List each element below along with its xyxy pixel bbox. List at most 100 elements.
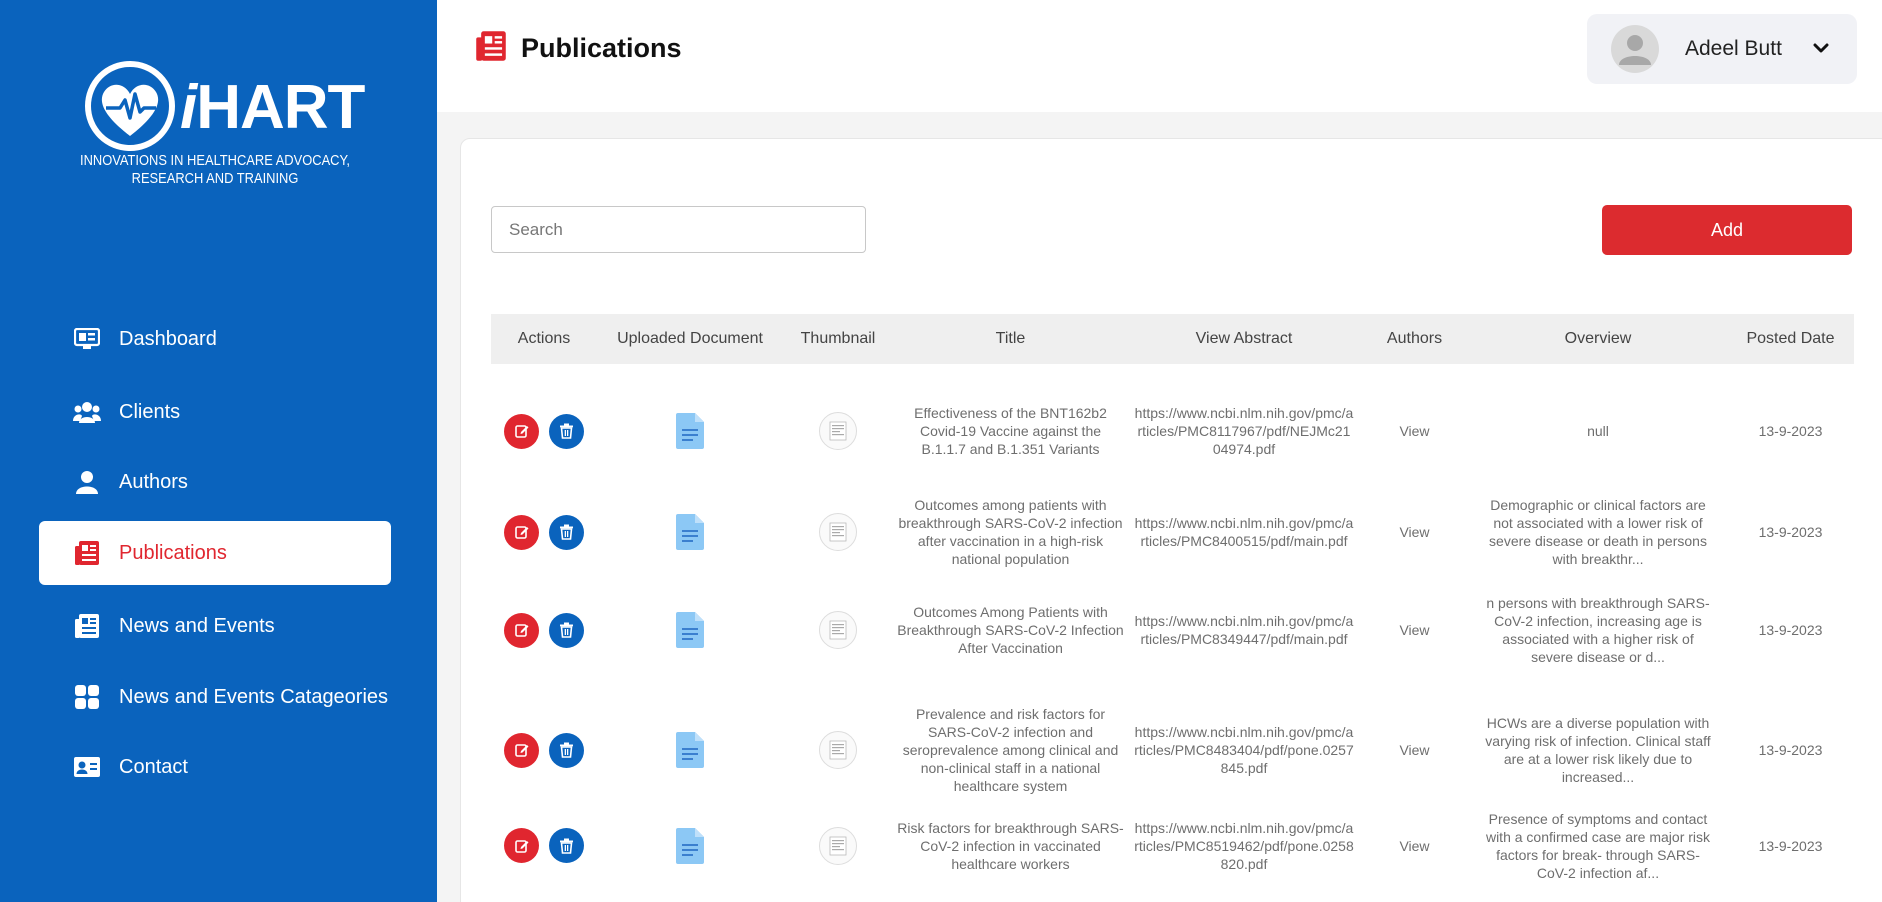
thumbnail-image <box>819 731 857 769</box>
overview-text: Demographic or clinical factors are not … <box>1489 497 1707 567</box>
uploaded-document-cell[interactable] <box>597 685 783 815</box>
edit-button[interactable] <box>504 828 539 863</box>
abstract-cell: https://www.ncbi.nlm.nih.gov/pmc/article… <box>1128 482 1360 582</box>
actions-cell <box>491 685 597 815</box>
search-input[interactable] <box>491 206 866 253</box>
document-icon[interactable] <box>676 732 704 768</box>
table-row: Outcomes among patients with breakthroug… <box>491 482 1854 582</box>
overview-cell: n persons with breakthrough SARS-CoV-2 i… <box>1469 585 1727 675</box>
edit-button[interactable] <box>504 612 539 648</box>
brand-name: iHART <box>180 73 365 142</box>
uploaded-document-cell[interactable] <box>597 386 783 476</box>
abstract-link[interactable]: https://www.ncbi.nlm.nih.gov/pmc/article… <box>1134 612 1354 648</box>
thumbnail-cell <box>783 482 893 582</box>
user-menu[interactable]: Adeel Butt <box>1587 14 1857 84</box>
abstract-cell: https://www.ncbi.nlm.nih.gov/pmc/article… <box>1128 585 1360 675</box>
document-icon[interactable] <box>676 514 704 550</box>
thumbnail-image <box>819 412 857 450</box>
news-icon <box>73 612 101 640</box>
authors-cell: View <box>1360 386 1469 476</box>
title-cell: Outcomes Among Patients with Breakthroug… <box>893 585 1128 675</box>
column-header-view-abstract: View Abstract <box>1195 330 1293 347</box>
thumbnail-cell <box>783 585 893 675</box>
edit-icon <box>514 624 528 637</box>
publication-title: Prevalence and risk factors for SARS-CoV… <box>902 706 1119 794</box>
overview-text: HCWs are a diverse population with varyi… <box>1485 715 1711 785</box>
abstract-link[interactable]: https://www.ncbi.nlm.nih.gov/pmc/article… <box>1134 514 1354 550</box>
dashboard-icon <box>73 325 101 353</box>
edit-icon <box>514 744 528 757</box>
thumbnail-image <box>819 611 857 649</box>
sidebar-item-label: News and Events Catageories <box>119 685 389 708</box>
brand-subtitle: INNOVATIONS IN HEALTHCARE ADVOCACY, RESE… <box>80 152 351 187</box>
edit-button[interactable] <box>504 514 539 550</box>
delete-button[interactable] <box>549 514 584 550</box>
posted-date: 13-9-2023 <box>1758 742 1823 758</box>
sidebar-item-dashboard[interactable]: Dashboard <box>39 307 391 371</box>
page-title: Publications <box>521 33 682 63</box>
uploaded-document-cell[interactable] <box>597 803 783 888</box>
table-row: Prevalence and risk factors for SARS-CoV… <box>491 685 1854 815</box>
content-card: Add Actions Uploaded Document Thumbnail … <box>460 138 1882 902</box>
publication-title: Outcomes Among Patients with Breakthroug… <box>897 604 1124 656</box>
edit-button[interactable] <box>504 413 539 449</box>
sidebar-item-label: Publications <box>119 541 227 564</box>
trash-icon <box>560 742 573 758</box>
column-header-thumbnail: Thumbnail <box>800 330 876 347</box>
publication-title: Outcomes among patients with breakthroug… <box>898 497 1123 567</box>
delete-button[interactable] <box>549 413 584 449</box>
abstract-cell: https://www.ncbi.nlm.nih.gov/pmc/article… <box>1128 803 1360 888</box>
column-header-uploaded-document: Uploaded Document <box>617 330 763 347</box>
grid-icon <box>73 683 101 711</box>
column-header-overview: Overview <box>1564 330 1632 347</box>
table-row: Effectiveness of the BNT162b2 Covid-19 V… <box>491 386 1854 476</box>
edit-icon <box>514 526 528 539</box>
authors-cell: View <box>1360 803 1469 888</box>
user-name: Adeel Butt <box>1685 37 1782 60</box>
delete-button[interactable] <box>549 828 584 863</box>
sidebar-item-label: Contact <box>119 755 188 778</box>
sidebar: iHART INNOVATIONS IN HEALTHCARE ADVOCACY… <box>0 0 437 902</box>
document-icon[interactable] <box>676 413 704 449</box>
view-authors-link[interactable]: View <box>1399 741 1429 759</box>
thumbnail-cell <box>783 386 893 476</box>
posted-date: 13-9-2023 <box>1758 622 1823 638</box>
document-icon[interactable] <box>676 827 704 864</box>
actions-cell <box>491 482 597 582</box>
add-button[interactable]: Add <box>1602 205 1852 255</box>
document-icon[interactable] <box>676 612 704 648</box>
sidebar-item-contact[interactable]: Contact <box>39 735 391 799</box>
view-authors-link[interactable]: View <box>1399 523 1429 541</box>
newspaper-icon <box>475 30 507 67</box>
sidebar-item-authors[interactable]: Authors <box>39 450 391 514</box>
uploaded-document-cell[interactable] <box>597 482 783 582</box>
view-authors-link[interactable]: View <box>1399 837 1429 855</box>
logo[interactable]: iHART INNOVATIONS IN HEALTHCARE ADVOCACY… <box>80 58 365 193</box>
sidebar-item-news-and-events-categories[interactable]: News and Events Catageories <box>39 665 391 729</box>
user-icon <box>73 468 101 496</box>
top-header: Publications Adeel Butt <box>437 0 1882 112</box>
delete-button[interactable] <box>549 612 584 648</box>
sidebar-item-publications[interactable]: Publications <box>39 521 391 585</box>
abstract-link[interactable]: https://www.ncbi.nlm.nih.gov/pmc/article… <box>1134 404 1354 458</box>
uploaded-document-cell[interactable] <box>597 585 783 675</box>
chevron-down-icon[interactable] <box>1813 41 1829 59</box>
actions-cell <box>491 803 597 888</box>
column-header-title: Title <box>995 330 1026 347</box>
view-authors-link[interactable]: View <box>1399 422 1429 440</box>
overview-text: n persons with breakthrough SARS-CoV-2 i… <box>1486 595 1710 665</box>
table-header: Actions Uploaded Document Thumbnail Titl… <box>491 314 1854 364</box>
sidebar-item-news-and-events[interactable]: News and Events <box>39 594 391 658</box>
title-cell: Effectiveness of the BNT162b2 Covid-19 V… <box>893 386 1128 476</box>
sidebar-item-clients[interactable]: Clients <box>39 380 391 444</box>
abstract-link[interactable]: https://www.ncbi.nlm.nih.gov/pmc/article… <box>1134 723 1354 777</box>
trash-icon <box>560 838 573 854</box>
delete-button[interactable] <box>549 732 584 768</box>
abstract-link[interactable]: https://www.ncbi.nlm.nih.gov/pmc/article… <box>1134 819 1354 873</box>
edit-icon <box>514 839 528 853</box>
edit-button[interactable] <box>504 732 539 768</box>
posted-date: 13-9-2023 <box>1758 837 1823 854</box>
column-header-posted-date: Posted Date <box>1746 330 1835 347</box>
overview-cell: HCWs are a diverse population with varyi… <box>1469 685 1727 815</box>
view-authors-link[interactable]: View <box>1399 621 1429 639</box>
